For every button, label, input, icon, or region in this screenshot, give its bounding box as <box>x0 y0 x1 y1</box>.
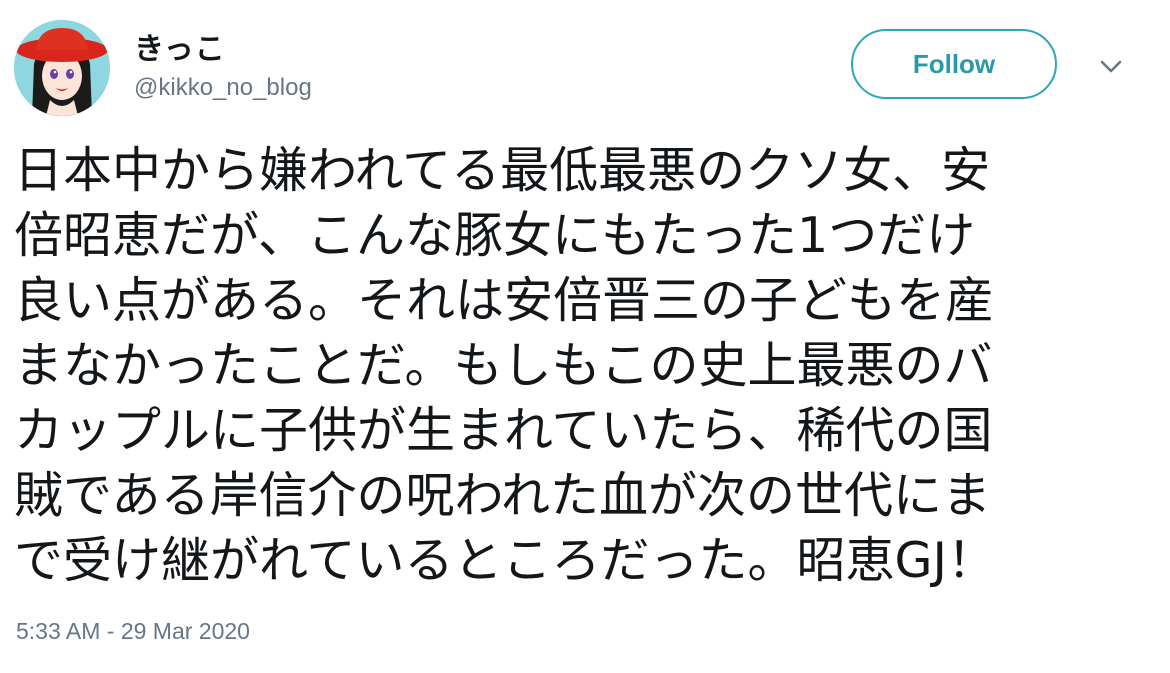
tweet-text: 日本中から嫌われてる最低最悪のクソ女、安 倍昭恵だが、こんな豚女にもたった1つだ… <box>14 138 1154 593</box>
tweet-text-line: 日本中から嫌われてる最低最悪のクソ女、安 <box>14 142 991 199</box>
avatar-icon <box>14 20 110 116</box>
tweet-text-line: まなかったことだ。もしもこの史上最悪のバ <box>14 337 993 394</box>
avatar[interactable] <box>14 20 110 116</box>
display-name[interactable]: きっこ <box>134 24 226 68</box>
tweet-text-line: で受け継がれているところだった。昭恵GJ！ <box>14 532 996 589</box>
follow-button[interactable]: Follow <box>851 29 1057 99</box>
tweet-card: きっこ @kikko_no_blog Follow 日本中から嫌われてる最低最悪… <box>0 0 1170 673</box>
tweet-text-line: 倍昭恵だが、こんな豚女にもたった1つだけ <box>14 207 976 264</box>
user-handle[interactable]: @kikko_no_blog <box>134 74 312 102</box>
tweet-text-line: カップルに子供が生まれていたら、稀代の国 <box>14 402 993 459</box>
tweet-text-line: 良い点がある。それは安倍晋三の子どもを産 <box>14 272 995 329</box>
tweet-text-line: 賊である岸信介の呪われた血が次の世代にま <box>14 467 992 524</box>
chevron-down-icon[interactable] <box>1098 58 1124 76</box>
tweet-timestamp[interactable]: 5:33 AM - 29 Mar 2020 <box>16 618 250 645</box>
